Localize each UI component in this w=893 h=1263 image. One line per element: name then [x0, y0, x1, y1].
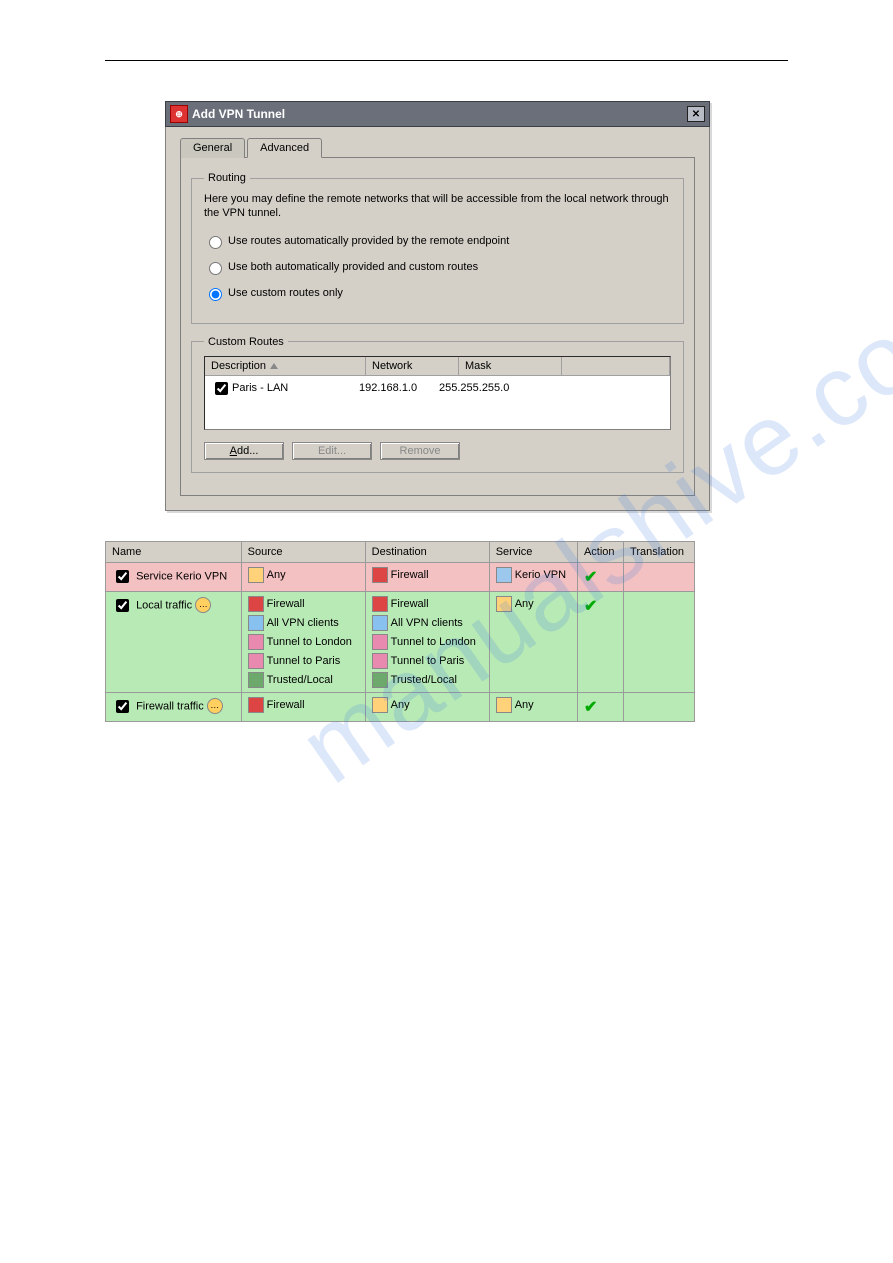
permit-icon: ✔ [584, 598, 597, 615]
comment-icon: … [195, 597, 211, 613]
comment-icon: … [207, 698, 223, 714]
col-mask[interactable]: Mask [459, 357, 562, 375]
sort-ascending-icon [270, 363, 278, 369]
routes-table[interactable]: Description Network Mask Paris - LAN [204, 356, 671, 430]
service-label: Any [515, 598, 534, 610]
radio-auto[interactable]: Use routes automatically provided by the… [204, 233, 671, 249]
route-network: 192.168.1.0 [359, 382, 439, 394]
route-checkbox[interactable] [215, 382, 228, 395]
routing-group: Routing Here you may define the remote n… [191, 172, 684, 324]
source-item: Tunnel to Paris [248, 653, 359, 669]
source-item: Firewall [248, 697, 359, 713]
rule-name: Local traffic [136, 599, 192, 611]
source-item: Trusted/Local [248, 672, 359, 688]
radio-auto-input[interactable] [209, 236, 222, 249]
service-label: Kerio VPN [515, 569, 566, 581]
th-translation[interactable]: Translation [624, 541, 695, 562]
source-item: Tunnel to London [248, 634, 359, 650]
destination-item: Tunnel to London [372, 634, 483, 650]
rule-row[interactable]: Firewall traffic … Firewall Any Any ✔ [106, 692, 695, 721]
firewall-icon [372, 567, 388, 583]
any-icon [248, 567, 264, 583]
service-icon [496, 596, 512, 612]
route-mask: 255.255.255.0 [439, 382, 529, 394]
routing-legend: Routing [204, 172, 250, 184]
radio-custom[interactable]: Use custom routes only [204, 285, 671, 301]
translation-cell [624, 692, 695, 721]
rule-checkbox[interactable] [116, 599, 129, 612]
routing-description: Here you may define the remote networks … [204, 192, 671, 221]
col-description[interactable]: Description [205, 357, 366, 375]
radio-both-input[interactable] [209, 262, 222, 275]
radio-auto-label: Use routes automatically provided by the… [228, 235, 509, 247]
tunnel-to-london-icon [248, 634, 264, 650]
tunnel-to-paris-icon [248, 653, 264, 669]
service-icon [496, 567, 512, 583]
close-icon[interactable]: ✕ [687, 106, 705, 122]
all-vpn-clients-icon [248, 615, 264, 631]
rule-checkbox[interactable] [116, 570, 129, 583]
service-label: Any [515, 699, 534, 711]
remove-button[interactable]: Remove [380, 442, 460, 460]
route-description: Paris - LAN [232, 382, 288, 394]
route-row[interactable]: Paris - LAN 192.168.1.0 255.255.255.0 [205, 376, 670, 401]
destination-item: All VPN clients [372, 615, 483, 631]
tab-general[interactable]: General [180, 138, 245, 158]
any-icon [372, 697, 388, 713]
trusted-local-icon [248, 672, 264, 688]
tab-advanced[interactable]: Advanced [247, 138, 322, 158]
col-blank [562, 357, 670, 375]
rule-row[interactable]: Service Kerio VPN Any Firewall Kerio VPN ✔ [106, 562, 695, 591]
add-button[interactable]: Add... [204, 442, 284, 460]
page-top-rule [105, 60, 788, 61]
destination-item: Firewall [372, 567, 483, 583]
rule-name: Service Kerio VPN [136, 570, 227, 582]
radio-custom-input[interactable] [209, 288, 222, 301]
all-vpn-clients-icon [372, 615, 388, 631]
source-item: All VPN clients [248, 615, 359, 631]
radio-custom-label: Use custom routes only [228, 287, 343, 299]
tunnel-to-paris-icon [372, 653, 388, 669]
app-icon: ⊕ [170, 105, 188, 123]
firewall-icon [248, 697, 264, 713]
rule-checkbox[interactable] [116, 700, 129, 713]
radio-both[interactable]: Use both automatically provided and cust… [204, 259, 671, 275]
rule-row[interactable]: Local traffic … Firewall All VPN clients Tu… [106, 591, 695, 692]
firewall-icon [248, 596, 264, 612]
translation-cell [624, 562, 695, 591]
destination-item: Firewall [372, 596, 483, 612]
col-network[interactable]: Network [366, 357, 459, 375]
col-description-label: Description [211, 360, 266, 372]
destination-item: Trusted/Local [372, 672, 483, 688]
destination-item: Tunnel to Paris [372, 653, 483, 669]
custom-routes-group: Custom Routes Description Network Mask [191, 336, 684, 473]
add-vpn-tunnel-dialog: ⊕ Add VPN Tunnel ✕ General Advanced Rout… [165, 101, 710, 511]
firewall-icon [372, 596, 388, 612]
permit-icon: ✔ [584, 699, 597, 716]
traffic-rules-table: Name Source Destination Service Action T… [105, 541, 695, 722]
custom-routes-legend: Custom Routes [204, 336, 288, 348]
th-name[interactable]: Name [106, 541, 242, 562]
th-destination[interactable]: Destination [365, 541, 489, 562]
dialog-title: Add VPN Tunnel [192, 107, 285, 121]
dialog-titlebar[interactable]: ⊕ Add VPN Tunnel ✕ [165, 101, 710, 127]
translation-cell [624, 591, 695, 692]
th-service[interactable]: Service [489, 541, 577, 562]
permit-icon: ✔ [584, 569, 597, 586]
source-item: Firewall [248, 596, 359, 612]
th-source[interactable]: Source [241, 541, 365, 562]
edit-button[interactable]: Edit... [292, 442, 372, 460]
source-item: Any [248, 567, 359, 583]
destination-item: Any [372, 697, 483, 713]
radio-both-label: Use both automatically provided and cust… [228, 261, 478, 273]
trusted-local-icon [372, 672, 388, 688]
th-action[interactable]: Action [577, 541, 623, 562]
rule-name: Firewall traffic [136, 700, 204, 712]
service-icon [496, 697, 512, 713]
tunnel-to-london-icon [372, 634, 388, 650]
